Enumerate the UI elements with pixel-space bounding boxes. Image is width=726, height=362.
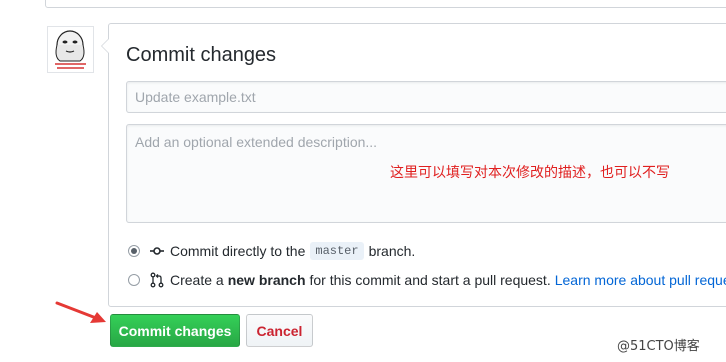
new-branch-option[interactable]: Create a new branch for this commit and … [128,270,726,290]
branch-name-badge: master [310,242,364,260]
cancel-button[interactable]: Cancel [246,314,313,347]
commit-direct-suffix: branch. [368,243,416,259]
annotation-note: 这里可以填写对本次修改的描述，也可以不写 [390,165,670,181]
red-arrow-icon [55,301,106,323]
git-commit-icon [150,247,164,255]
meme-face-avatar-icon [48,27,93,72]
commit-direct-option[interactable]: Commit directly to the master branch. [128,241,415,261]
commit-summary-input[interactable] [126,81,726,113]
git-pull-request-icon [150,272,164,288]
new-branch-text-after: for this commit and start a pull request… [309,272,551,288]
commit-direct-text: Commit directly to the [170,243,306,259]
new-branch-radio[interactable] [128,274,140,286]
user-avatar [47,26,94,73]
new-branch-text-before: Create a [170,272,224,288]
commit-direct-radio[interactable] [128,245,140,257]
pull-request-learn-more-link[interactable]: Learn more about pull reque [555,272,726,288]
commit-changes-button[interactable]: Commit changes [110,314,240,347]
previous-panel-edge [45,0,726,8]
commit-form-title: Commit changes [126,44,277,66]
site-watermark: @51CTO博客 [617,339,700,354]
new-branch-bold-text: new branch [227,272,306,288]
